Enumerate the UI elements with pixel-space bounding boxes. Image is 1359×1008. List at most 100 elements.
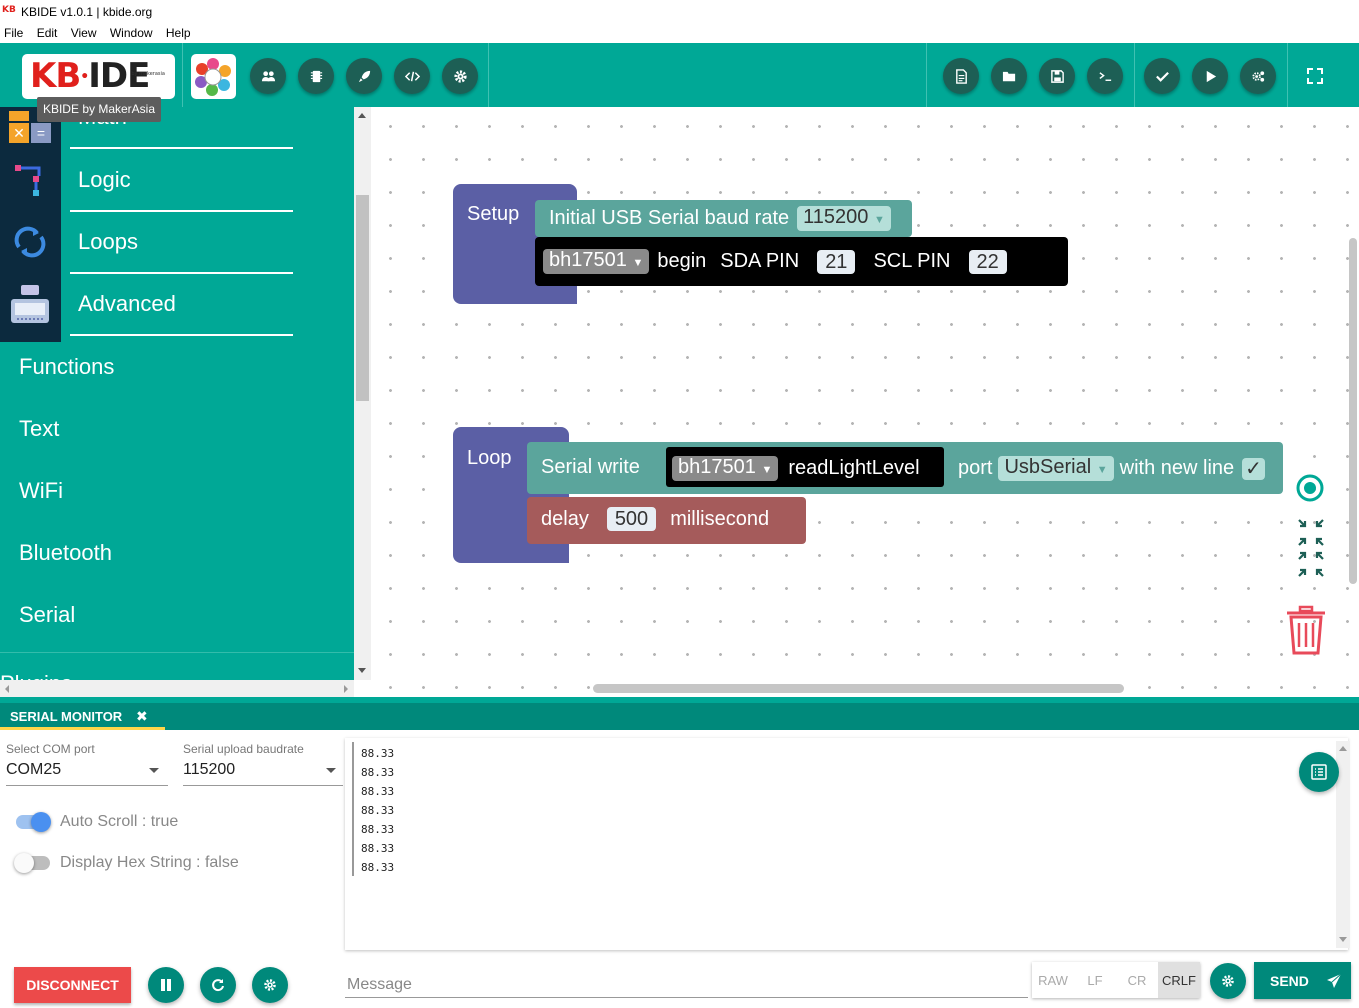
disconnect-button[interactable]: DISCONNECT [14, 967, 131, 1003]
category-plugins[interactable]: Plugins [0, 671, 72, 680]
menu-edit[interactable]: Edit [33, 24, 62, 40]
code-button[interactable] [394, 58, 430, 94]
baudrate-select[interactable]: 115200 [183, 761, 235, 779]
output-line: 88.33 [361, 861, 395, 874]
close-icon[interactable]: ✖ [136, 703, 148, 730]
eol-crlf-button[interactable]: CRLF [1158, 962, 1200, 998]
category-serial[interactable]: Serial [0, 584, 354, 646]
hex-string-toggle[interactable] [14, 853, 50, 873]
sda-pin-input[interactable]: 21 [817, 249, 856, 274]
pause-button[interactable] [148, 967, 184, 1003]
chevron-down-icon[interactable] [149, 768, 159, 773]
eol-lf-button[interactable]: LF [1074, 962, 1116, 998]
output-line: 88.33 [361, 766, 395, 779]
eol-cr-button[interactable]: CR [1116, 962, 1158, 998]
blockly-workspace[interactable]: Setup Initial USB Serial baud rate 11520… [371, 107, 1359, 697]
output-line: 88.33 [361, 785, 395, 798]
kbide-logo[interactable]: KB•IDE by makerasia [22, 54, 175, 99]
send-button[interactable]: SEND [1254, 962, 1351, 999]
device-dropdown[interactable]: bh17501 ▼ [543, 249, 650, 274]
delay-label: delay [541, 507, 589, 530]
scroll-up-arrow[interactable] [358, 113, 366, 118]
toolbar: KB•IDE by makerasia [0, 43, 1359, 107]
output-line: 88.33 [361, 842, 395, 855]
sensor-begin-block[interactable]: bh17501 ▼ begin SDA PIN 21 SCL PIN 22 [535, 237, 1068, 286]
toolbar-separator [1287, 43, 1288, 107]
terminal-button[interactable] [1087, 58, 1123, 94]
newline-checkbox[interactable]: ✓ [1242, 457, 1265, 480]
sidebar-vertical-scrollbar[interactable] [354, 107, 371, 680]
refresh-button[interactable] [200, 967, 236, 1003]
menu-view[interactable]: View [67, 24, 101, 40]
board-button[interactable] [298, 58, 334, 94]
serial-write-block[interactable]: Serial write bh17501 ▼ readLightLevel po… [527, 442, 1283, 494]
sidebar-horizontal-scrollbar[interactable] [0, 680, 354, 697]
fullscreen-button[interactable] [1305, 66, 1325, 86]
eol-raw-button[interactable]: RAW [1032, 962, 1074, 998]
dropdown-arrow-icon: ▼ [873, 214, 885, 226]
category-wifi[interactable]: WiFi [0, 460, 354, 522]
new-file-button[interactable] [943, 58, 979, 94]
scroll-right-arrow[interactable] [344, 685, 348, 693]
serial-init-block[interactable]: Initial USB Serial baud rate 115200 ▼ [535, 200, 912, 237]
gear-icon [1222, 975, 1234, 987]
center-button[interactable] [1296, 474, 1324, 502]
send-icon [1326, 973, 1342, 988]
category-bluetooth[interactable]: Bluetooth [0, 522, 354, 584]
zoom-controls[interactable] [1296, 517, 1326, 579]
logic-icon [15, 165, 41, 196]
menu-help[interactable]: Help [162, 24, 195, 40]
scroll-down-arrow[interactable] [358, 668, 366, 673]
board-settings-button[interactable] [1240, 58, 1276, 94]
menu-window[interactable]: Window [106, 24, 157, 40]
dropdown-arrow-icon: ▼ [761, 464, 773, 476]
send-settings-button[interactable] [1210, 963, 1246, 999]
category-functions[interactable]: Functions [0, 336, 354, 398]
auto-scroll-toggle[interactable] [16, 812, 51, 832]
message-input[interactable]: Message [347, 976, 412, 994]
menu-bar: File Edit View Window Help [0, 24, 1359, 43]
save-button[interactable] [1039, 58, 1075, 94]
workspace-vertical-scrollbar[interactable] [1349, 238, 1357, 584]
plugin-logo[interactable] [191, 54, 236, 99]
category-divider [0, 652, 354, 653]
settings-cogs-icon [1251, 70, 1264, 82]
verify-button[interactable] [1144, 58, 1180, 94]
loop-icon [14, 226, 46, 258]
open-button[interactable] [991, 58, 1027, 94]
scroll-thumb[interactable] [356, 195, 369, 401]
read-light-block[interactable]: bh17501 ▼ readLightLevel [666, 447, 944, 487]
menu-file[interactable]: File [0, 24, 27, 40]
dropdown-arrow-icon: ▼ [632, 257, 644, 269]
device-dropdown[interactable]: bh17501 ▼ [672, 456, 779, 481]
category-logic[interactable]: Logic [70, 150, 293, 212]
serial-monitor-title: SERIAL MONITOR [10, 709, 123, 724]
serial-output[interactable]: 88.33 88.33 88.33 88.33 88.33 88.33 88.3… [345, 738, 1348, 950]
serial-init-label: Initial USB Serial baud rate [549, 207, 790, 229]
workspace-horizontal-scrollbar[interactable] [593, 684, 1124, 693]
scl-pin-input[interactable]: 22 [968, 249, 1007, 274]
com-port-select[interactable]: COM25 [6, 761, 61, 779]
category-loops[interactable]: Loops [70, 212, 293, 274]
scroll-up-arrow[interactable] [1339, 746, 1347, 751]
category-label: Advanced [78, 291, 176, 316]
auto-scroll-label: Auto Scroll : true [60, 813, 179, 830]
trash-button[interactable] [1284, 604, 1328, 661]
category-text[interactable]: Text [0, 398, 354, 460]
delay-value-input[interactable]: 500 [606, 507, 657, 531]
monitor-settings-button[interactable] [252, 967, 288, 1003]
clear-output-button[interactable] [1299, 752, 1339, 792]
zoom-arrows-icon [1298, 519, 1324, 577]
port-dropdown[interactable]: UsbSerial ▼ [998, 456, 1114, 481]
delay-block[interactable]: delay 500 millisecond [527, 497, 806, 544]
category-advanced[interactable]: Advanced [70, 274, 293, 336]
settings-button[interactable] [442, 58, 478, 94]
upload-button[interactable] [1192, 58, 1228, 94]
users-button[interactable] [250, 58, 286, 94]
scroll-left-arrow[interactable] [5, 685, 9, 693]
baud-dropdown[interactable]: 115200 ▼ [797, 206, 891, 231]
scroll-down-arrow[interactable] [1339, 937, 1347, 942]
hex-string-label: Display Hex String : false [60, 854, 239, 871]
plugin-button[interactable] [346, 58, 382, 94]
chevron-down-icon[interactable] [326, 768, 336, 773]
